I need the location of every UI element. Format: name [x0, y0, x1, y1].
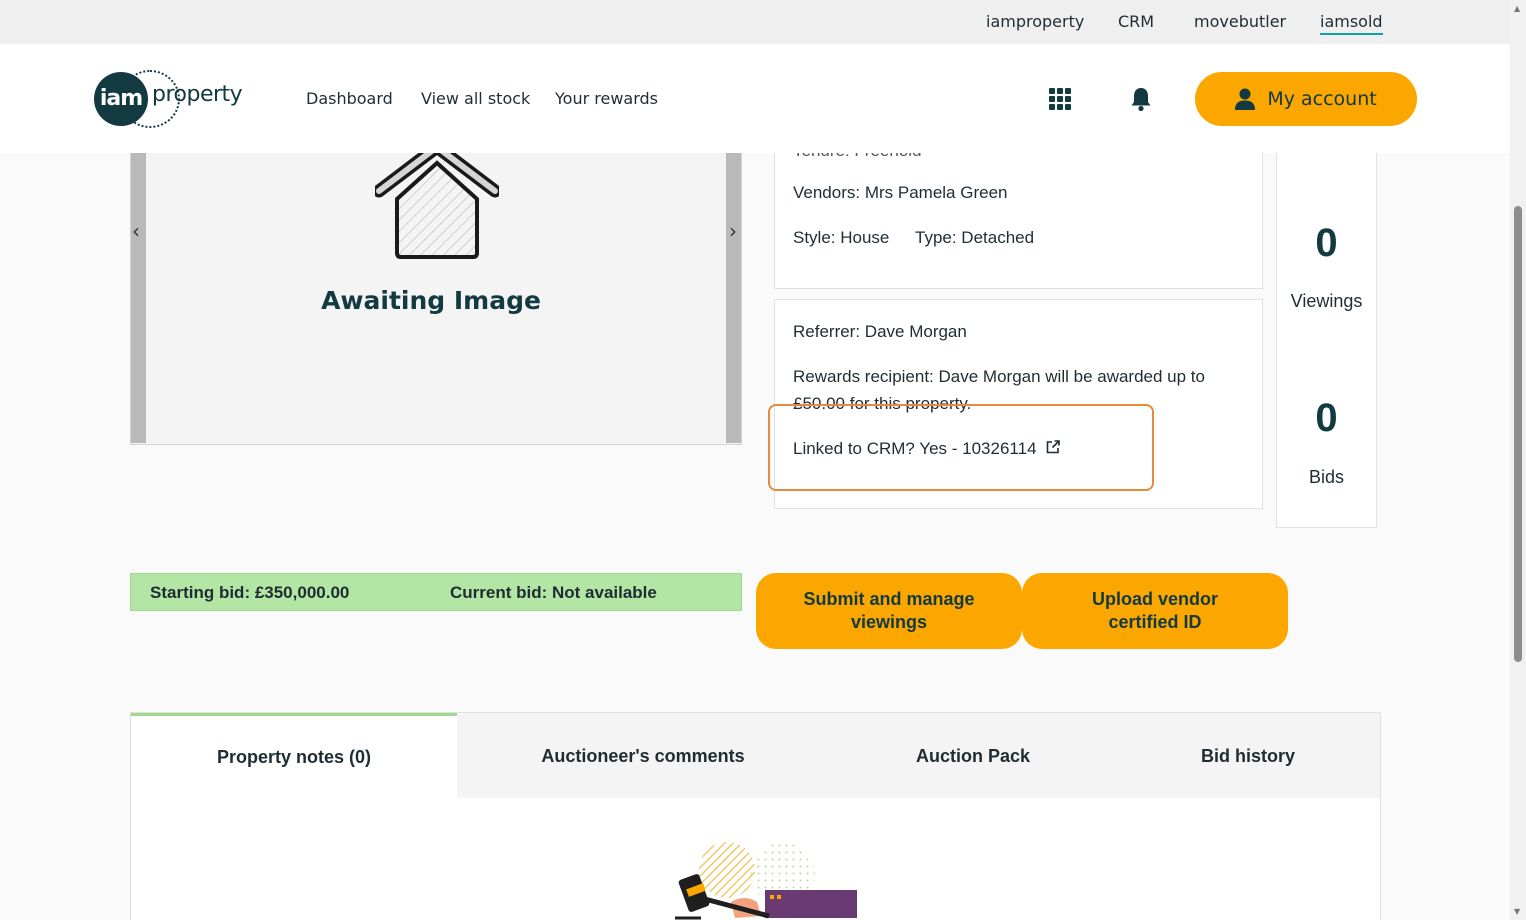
- brand-link-movebutler[interactable]: movebutler: [1194, 12, 1286, 31]
- brand-link-iamproperty[interactable]: iamproperty: [986, 12, 1084, 31]
- chevron-left-icon[interactable]: ‹: [132, 219, 140, 243]
- page-scrollbar[interactable]: ▲ ▼: [1510, 0, 1526, 920]
- property-image-gallery: ‹ › Awaiting Image: [130, 153, 742, 445]
- nav-dashboard[interactable]: Dashboard: [306, 89, 393, 108]
- scroll-up-arrow-icon[interactable]: ▲: [1514, 4, 1520, 13]
- property-details-card: Tenure: Freehold Vendors: Mrs Pamela Gre…: [774, 153, 1263, 289]
- tab-auctioneers-comments[interactable]: Auctioneer's comments: [477, 713, 809, 799]
- tab-content-panel: [130, 798, 1381, 920]
- stats-panel: 0 Viewings 0 Bids: [1276, 153, 1377, 528]
- current-bid-text: Current bid: Not available: [450, 583, 657, 602]
- bids-label: Bids: [1308, 467, 1344, 487]
- starting-bid-text: Starting bid: £350,000.00: [150, 583, 350, 602]
- scrollbar-thumb[interactable]: [1514, 206, 1522, 662]
- scroll-down-arrow-icon[interactable]: ▼: [1514, 907, 1520, 916]
- my-account-button[interactable]: My account: [1195, 72, 1417, 126]
- tab-auction-pack[interactable]: Auction Pack: [831, 713, 1115, 799]
- site-header: iam property Dashboard View all stock Yo…: [0, 44, 1510, 153]
- logo-word: property: [152, 82, 243, 107]
- brand-link-crm[interactable]: CRM: [1118, 12, 1154, 31]
- type-text: Type: Detached: [915, 228, 1035, 247]
- my-account-label: My account: [1267, 88, 1377, 110]
- vendors-text: Vendors: Mrs Pamela Green: [793, 183, 1008, 202]
- logo-circle: iam: [94, 72, 148, 126]
- nav-view-all-stock[interactable]: View all stock: [421, 89, 530, 108]
- upload-vendor-id-button[interactable]: Upload vendor certified ID: [1022, 573, 1288, 649]
- bell-icon[interactable]: [1130, 86, 1152, 112]
- house-placeholder-icon: [375, 153, 499, 259]
- crm-highlight-box: [768, 404, 1154, 491]
- tenure-text: Tenure: Freehold: [793, 153, 922, 161]
- referrer-text: Referrer: Dave Morgan: [793, 322, 967, 341]
- user-icon: [1235, 88, 1256, 110]
- brand-bar: iamproperty CRM movebutler iamsold: [0, 0, 1510, 44]
- auction-gavel-illustration: [675, 842, 857, 920]
- viewings-label: Viewings: [1290, 291, 1363, 311]
- bids-count: 0: [1315, 396, 1338, 440]
- tab-bid-history[interactable]: Bid history: [1131, 713, 1365, 799]
- apps-grid-icon[interactable]: [1049, 88, 1071, 110]
- awaiting-image-text: Awaiting Image: [321, 286, 541, 315]
- tab-property-notes[interactable]: Property notes (0): [131, 713, 457, 799]
- nav-your-rewards[interactable]: Your rewards: [555, 89, 658, 108]
- property-tabs: Property notes (0) Auctioneer's comments…: [130, 712, 1381, 799]
- brand-link-iamsold[interactable]: iamsold: [1320, 12, 1383, 35]
- bid-status-bar: Starting bid: £350,000.00 Current bid: N…: [130, 573, 742, 611]
- style-text: Style: House: [793, 228, 890, 247]
- rewards-text-line1: Rewards recipient: Dave Morgan will be a…: [793, 367, 1205, 386]
- submit-manage-viewings-button[interactable]: Submit and manage viewings: [756, 573, 1022, 649]
- iamproperty-logo[interactable]: iam property: [94, 70, 264, 128]
- chevron-right-icon[interactable]: ›: [729, 219, 737, 243]
- viewings-count: 0: [1315, 221, 1338, 265]
